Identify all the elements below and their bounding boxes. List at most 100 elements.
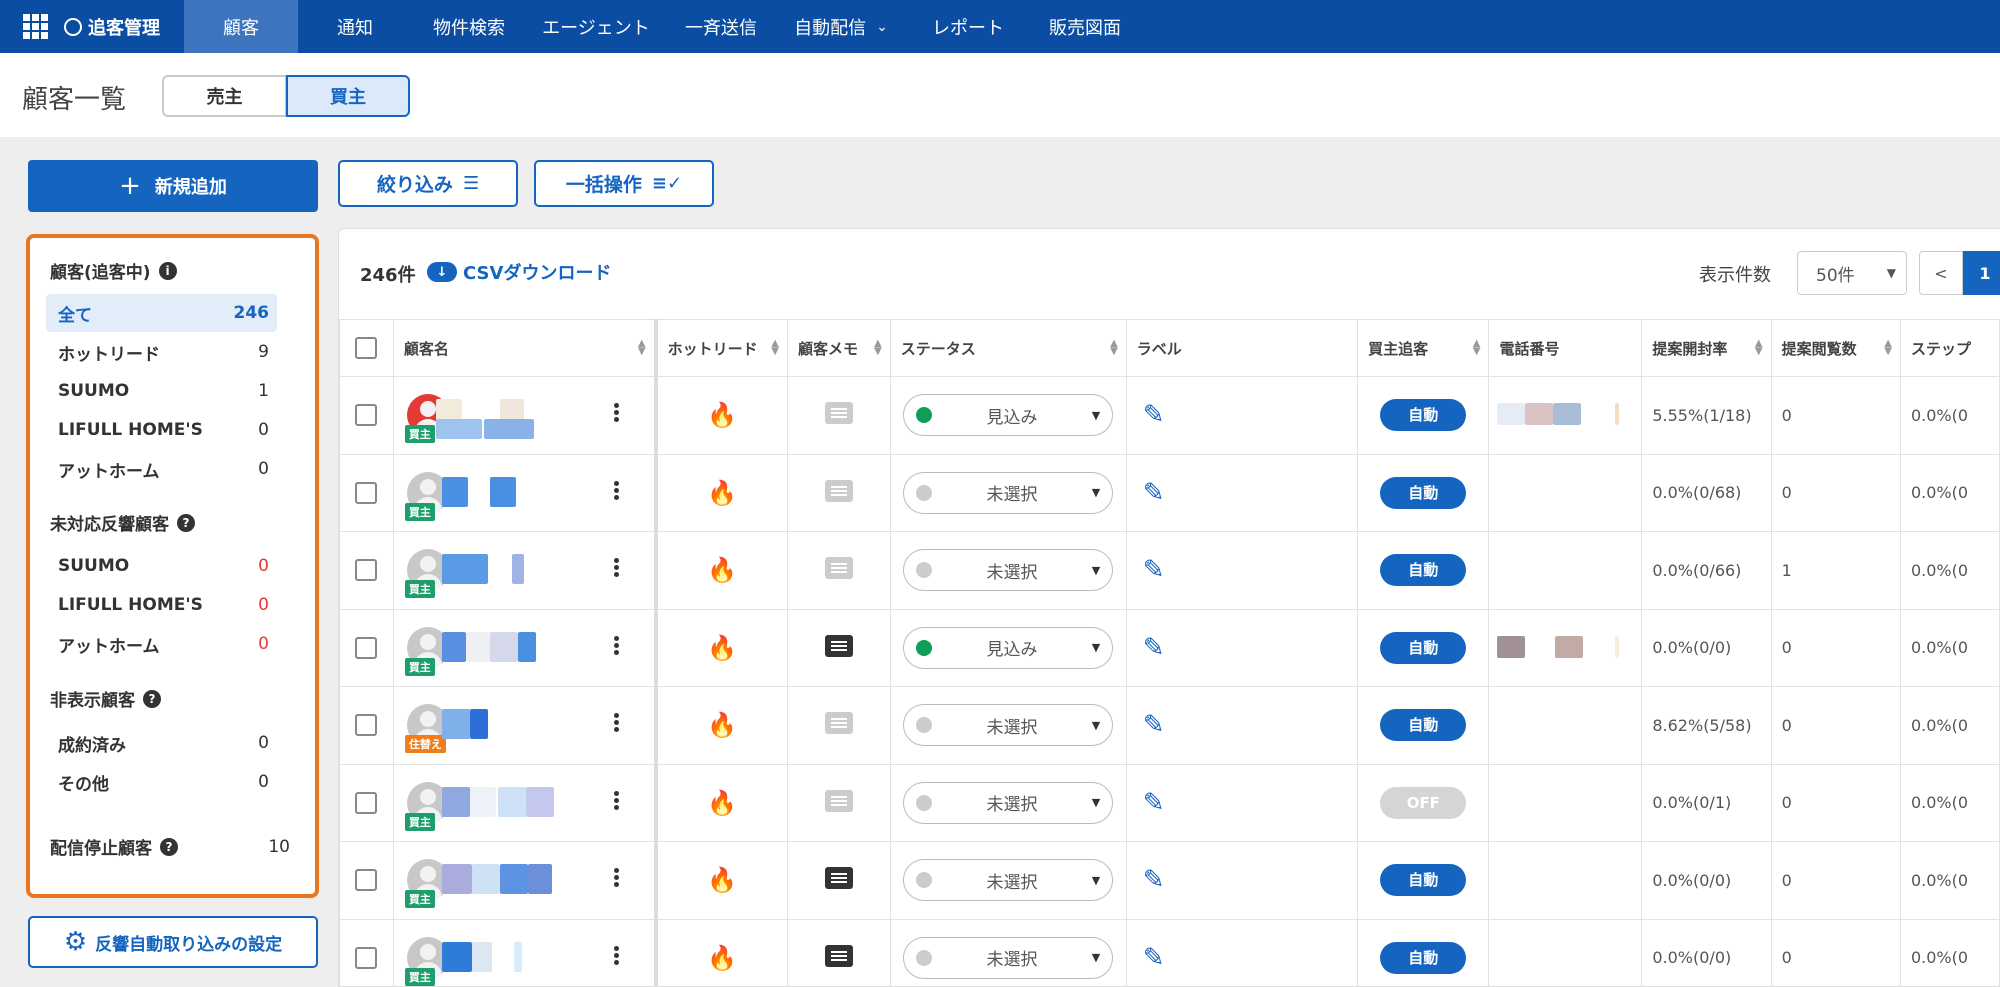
- status-select[interactable]: 未選択 ▼: [903, 704, 1114, 747]
- pencil-icon[interactable]: ✎: [1143, 400, 1165, 430]
- table-row[interactable]: 住替え 🔥 未選択 ▼ ✎ 自動 8.62%(5/58) 0 0.0%(0: [339, 686, 2000, 765]
- nav-item-broadcast[interactable]: 一斉送信: [666, 0, 776, 53]
- status-select[interactable]: 未選択 ▼: [903, 781, 1114, 824]
- row-checkbox[interactable]: [355, 481, 378, 504]
- select-all-checkbox[interactable]: [355, 337, 378, 359]
- label-edit-cell[interactable]: ✎: [1125, 763, 1359, 842]
- memo-cell[interactable]: [786, 918, 891, 986]
- column-header[interactable]: 買主追客 ▲ ▼: [1357, 319, 1490, 377]
- table-row[interactable]: 買主 🔥 未選択 ▼ ✎ OFF 0.0%(0/1) 0 0.0%(0: [339, 763, 2000, 842]
- label-edit-cell[interactable]: ✎: [1125, 608, 1359, 687]
- memo-cell[interactable]: [786, 608, 891, 687]
- hot-lead-flame-icon[interactable]: 🔥: [655, 608, 788, 687]
- hot-lead-flame-icon[interactable]: 🔥: [655, 686, 788, 765]
- nav-item-property-search[interactable]: 物件検索: [412, 0, 526, 53]
- customer-name-cell[interactable]: 住替え: [392, 686, 658, 765]
- pencil-icon[interactable]: ✎: [1143, 633, 1165, 663]
- column-header[interactable]: 提案開封率 ▲ ▼: [1641, 319, 1772, 377]
- auto-toggle[interactable]: 自動: [1380, 631, 1467, 664]
- csv-download-link[interactable]: ↓ CSVダウンロード: [427, 259, 611, 285]
- row-checkbox[interactable]: [355, 791, 378, 814]
- customer-name-cell[interactable]: 買主: [392, 376, 658, 455]
- label-edit-cell[interactable]: ✎: [1125, 453, 1359, 532]
- more-menu-icon[interactable]: [613, 634, 620, 657]
- sidebar-item-lifull[interactable]: LIFULL HOME'S 0: [46, 411, 277, 449]
- help-icon[interactable]: ?: [177, 513, 195, 532]
- table-row[interactable]: 買主 🔥 未選択 ▼ ✎ 自動 0.0%(0/68) 0 0.0%(0: [339, 453, 2000, 532]
- sidebar-item-unhandled-lifull[interactable]: LIFULL HOME'S 0: [46, 586, 277, 624]
- app-grid-icon[interactable]: [20, 12, 50, 42]
- table-row[interactable]: 買主 🔥 未選択 ▼ ✎ 自動 0.0%(0/0) 0 0.0%(0: [339, 841, 2000, 920]
- filter-button[interactable]: 絞り込み ☰: [338, 160, 518, 207]
- brand-logo[interactable]: 追客管理: [64, 14, 184, 40]
- auto-toggle[interactable]: 自動: [1380, 399, 1467, 432]
- customer-name-cell[interactable]: 買主: [392, 918, 658, 986]
- status-select[interactable]: 未選択 ▼: [903, 936, 1114, 979]
- label-edit-cell[interactable]: ✎: [1125, 376, 1359, 455]
- memo-cell[interactable]: [786, 531, 891, 610]
- sidebar-item-unhandled-suumo[interactable]: SUUMO 0: [46, 547, 277, 585]
- segment-seller[interactable]: 売主: [162, 75, 287, 117]
- customer-name-cell[interactable]: 買主: [392, 608, 658, 687]
- sidebar-item-contracted[interactable]: 成約済み 0: [46, 724, 277, 762]
- column-header[interactable]: ステップ: [1899, 319, 2000, 377]
- hot-lead-flame-icon[interactable]: 🔥: [655, 531, 788, 610]
- hot-lead-flame-icon[interactable]: 🔥: [655, 841, 788, 920]
- more-menu-icon[interactable]: [613, 711, 620, 734]
- hot-lead-flame-icon[interactable]: 🔥: [655, 918, 788, 986]
- segment-buyer[interactable]: 買主: [286, 75, 410, 117]
- column-header[interactable]: 提案閲覧数 ▲ ▼: [1770, 319, 1901, 377]
- help-icon[interactable]: ?: [160, 837, 178, 856]
- row-checkbox[interactable]: [355, 559, 378, 582]
- nav-item-auto-delivery[interactable]: 自動配信 ⌄: [776, 0, 906, 53]
- status-select[interactable]: 未選択 ▼: [903, 549, 1114, 592]
- more-menu-icon[interactable]: [613, 556, 620, 579]
- auto-toggle[interactable]: 自動: [1380, 709, 1467, 742]
- memo-cell[interactable]: [786, 841, 891, 920]
- more-menu-icon[interactable]: [613, 866, 620, 889]
- table-row[interactable]: 買主 🔥 未選択 ▼ ✎ 自動 0.0%(0/66) 1 0.0%(0: [339, 531, 2000, 610]
- label-edit-cell[interactable]: ✎: [1125, 531, 1359, 610]
- table-row[interactable]: 買主 🔥 未選択 ▼ ✎ 自動 0.0%(0/0) 0 0.0%(0: [339, 918, 2000, 986]
- row-checkbox[interactable]: [355, 946, 378, 969]
- sidebar-item-all[interactable]: 全て 246: [46, 294, 277, 332]
- sidebar-item-athome[interactable]: アットホーム 0: [46, 450, 277, 488]
- memo-cell[interactable]: [786, 686, 891, 765]
- pagination-page[interactable]: 1: [1963, 251, 2000, 295]
- memo-cell[interactable]: [786, 376, 891, 455]
- customer-name-cell[interactable]: 買主: [392, 453, 658, 532]
- auto-toggle[interactable]: 自動: [1380, 864, 1467, 897]
- row-checkbox[interactable]: [355, 869, 378, 892]
- label-edit-cell[interactable]: ✎: [1125, 841, 1359, 920]
- pencil-icon[interactable]: ✎: [1143, 555, 1165, 585]
- customer-name-cell[interactable]: 買主: [392, 531, 658, 610]
- status-select[interactable]: 見込み ▼: [903, 626, 1114, 669]
- customer-name-cell[interactable]: 買主: [392, 763, 658, 842]
- pencil-icon[interactable]: ✎: [1143, 943, 1165, 973]
- label-edit-cell[interactable]: ✎: [1125, 918, 1359, 986]
- pagination-prev[interactable]: <: [1919, 251, 1963, 295]
- nav-item-sales-drawing[interactable]: 販売図面: [1030, 0, 1140, 53]
- nav-item-agent[interactable]: エージェント: [526, 0, 666, 53]
- status-select[interactable]: 未選択 ▼: [903, 859, 1114, 902]
- customer-name-cell[interactable]: 買主: [392, 841, 658, 920]
- table-row[interactable]: 買主 🔥 見込み ▼ ✎ 自動 5.55%(1/18) 0 0.0%(0: [339, 376, 2000, 455]
- sidebar-item-other[interactable]: その他 0: [46, 763, 277, 801]
- more-menu-icon[interactable]: [613, 944, 620, 967]
- bulk-action-button[interactable]: 一括操作 ≡✓: [534, 160, 714, 207]
- hot-lead-flame-icon[interactable]: 🔥: [655, 763, 788, 842]
- pencil-icon[interactable]: ✎: [1143, 478, 1165, 508]
- auto-toggle[interactable]: 自動: [1380, 554, 1467, 587]
- column-header[interactable]: ステータス ▲ ▼: [889, 319, 1127, 377]
- status-select[interactable]: 未選択 ▼: [903, 471, 1114, 514]
- info-icon[interactable]: i: [158, 261, 177, 280]
- column-header[interactable]: 顧客メモ ▲ ▼: [786, 319, 891, 377]
- section-title-stopped[interactable]: 配信停止顧客 ? 10: [50, 834, 290, 860]
- auto-toggle[interactable]: 自動: [1380, 476, 1467, 509]
- more-menu-icon[interactable]: [613, 479, 620, 502]
- sidebar-item-suumo[interactable]: SUUMO 1: [46, 372, 277, 410]
- auto-import-settings-button[interactable]: ⚙ 反響自動取り込みの設定: [28, 916, 318, 968]
- table-row[interactable]: 買主 🔥 見込み ▼ ✎ 自動 0.0%(0/0) 0 0.0%(0: [339, 608, 2000, 687]
- per-page-select[interactable]: 50件 ▼: [1797, 251, 1907, 295]
- memo-cell[interactable]: [786, 453, 891, 532]
